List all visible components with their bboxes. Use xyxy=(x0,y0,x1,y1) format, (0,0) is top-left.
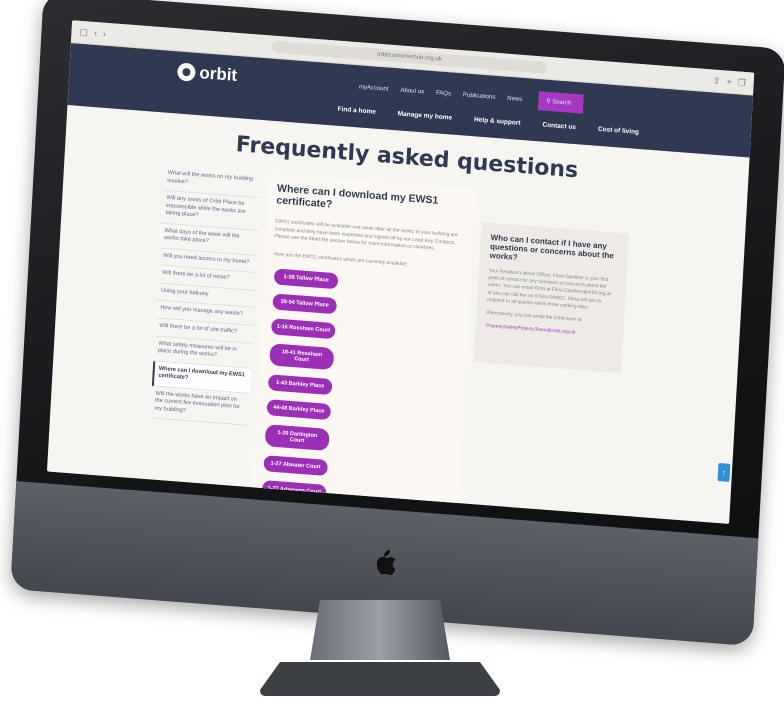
faq-sidebar: What will the works on my building invol… xyxy=(150,165,262,427)
share-icon[interactable]: ⇪ xyxy=(713,75,721,87)
certificate-button[interactable]: 1-26 Darlington Court xyxy=(264,424,330,452)
scroll-to-top-button[interactable]: ↑ xyxy=(717,462,731,482)
faq-content: What will the works on my building invol… xyxy=(47,150,747,524)
contact-email-link[interactable]: PropertySafetyProjectsTeam@orbit.org.uk xyxy=(486,323,614,340)
sidebar-toggle-icon[interactable]: ▢ xyxy=(79,26,88,38)
certificate-button[interactable]: 1-27 Adamson Court xyxy=(261,480,327,501)
certificate-button[interactable]: 1-38 Tallow Place xyxy=(273,268,339,290)
answer-panel: Where can I download my EWS1 certificate… xyxy=(250,173,476,524)
certificate-button[interactable]: 44-48 Barkley Place xyxy=(266,399,332,421)
nav-contact-us[interactable]: Contact us xyxy=(542,122,576,132)
contact-body: Your Resident Liaison Officer, Flora Gar… xyxy=(487,268,612,311)
faq-item[interactable]: Will the works have an impact on the cur… xyxy=(150,386,250,427)
brand-name: orbit xyxy=(198,63,238,85)
answer-intro: EWS1 certificates will be available one … xyxy=(274,218,459,252)
url-text: orbitcustomerhub.org.uk xyxy=(377,51,442,63)
certificate-button[interactable]: 1-16 Rossham Court xyxy=(270,318,336,340)
certificate-button[interactable]: 1-27 Abwater Court xyxy=(263,455,329,476)
back-icon[interactable]: ‹ xyxy=(94,28,98,38)
contact-title: Who can I contact if I have any question… xyxy=(489,232,615,263)
imac-mockup: ▢ ‹ › orbitcustomerhub.org.uk ⇪ + ❐ orbi… xyxy=(0,0,784,706)
contact-panel: Who can I contact if I have any question… xyxy=(473,222,630,374)
nav-about-us[interactable]: About us xyxy=(400,87,424,95)
main-nav: Find a home Manage my home Help & suppor… xyxy=(337,106,639,136)
certificate-button[interactable]: 1-43 Barkley Place xyxy=(267,374,333,396)
nav-news[interactable]: News xyxy=(507,95,522,102)
monitor-bezel: ▢ ‹ › orbitcustomerhub.org.uk ⇪ + ❐ orbi… xyxy=(10,0,784,647)
certificate-button[interactable]: 18-41 Rossham Court xyxy=(269,343,335,371)
nav-manage-my-home[interactable]: Manage my home xyxy=(398,110,453,121)
new-tab-icon[interactable]: + xyxy=(726,77,732,87)
certificate-button[interactable]: 39-54 Tallow Place xyxy=(272,293,338,315)
question-title: Where can I download my EWS1 certificate… xyxy=(276,182,439,211)
nav-cost-of-living[interactable]: Cost of living xyxy=(598,126,639,136)
tabs-icon[interactable]: ❐ xyxy=(737,77,746,89)
nav-faqs[interactable]: FAQs xyxy=(436,90,451,97)
nav-publications[interactable]: Publications xyxy=(463,92,496,100)
logo-mark-icon xyxy=(176,62,196,82)
nav-help-support[interactable]: Help & support xyxy=(474,116,521,127)
forward-icon[interactable]: › xyxy=(103,29,107,39)
monitor-stand xyxy=(260,600,500,696)
search-button[interactable]: ⚲ Search xyxy=(537,91,584,114)
nav-myaccount[interactable]: myAccount xyxy=(359,84,389,92)
arrow-up-icon: ↑ xyxy=(721,467,727,478)
apple-logo-icon xyxy=(376,550,396,576)
monitor-screen: ▢ ‹ › orbitcustomerhub.org.uk ⇪ + ❐ orbi… xyxy=(46,20,755,524)
orbit-logo[interactable]: orbit xyxy=(176,61,238,86)
utility-nav: myAccount About us FAQs Publications New… xyxy=(358,77,584,114)
nav-find-a-home[interactable]: Find a home xyxy=(337,106,376,116)
search-label: Search xyxy=(552,99,572,107)
